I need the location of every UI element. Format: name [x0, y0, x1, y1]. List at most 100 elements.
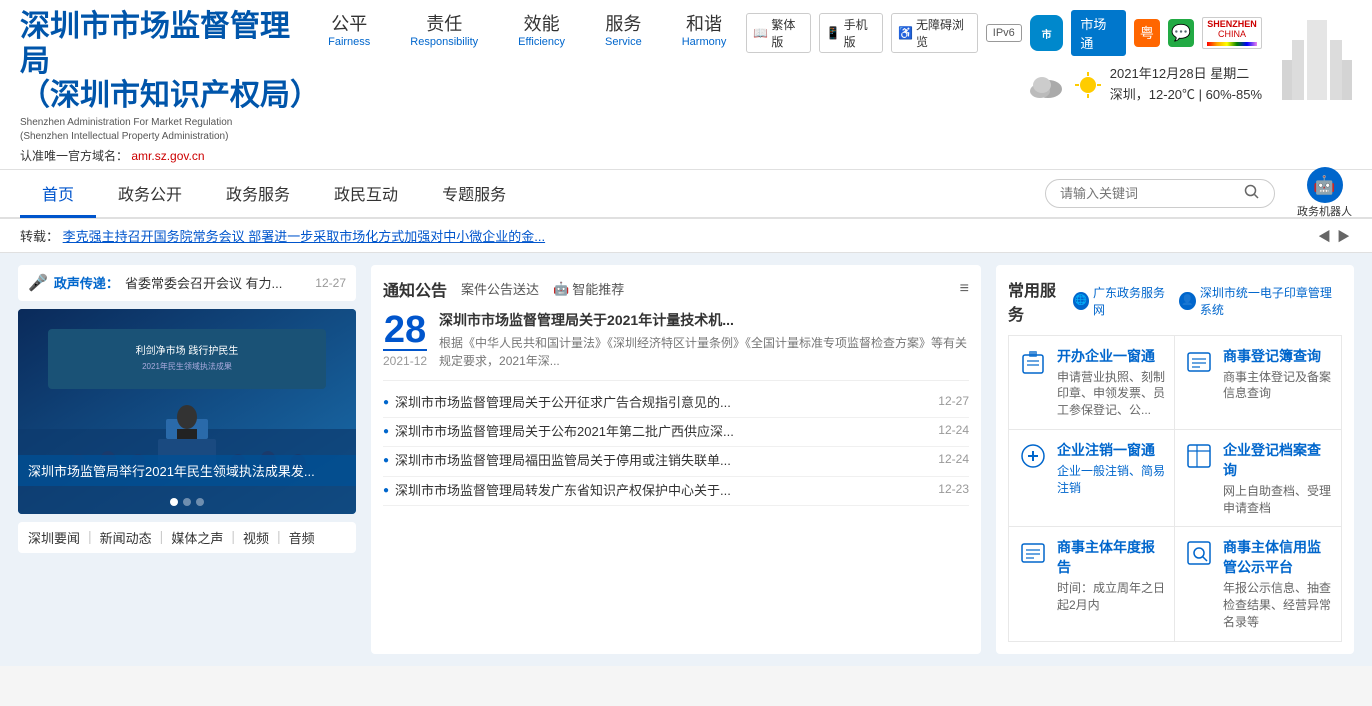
- slogan-service: 服务 Service: [605, 10, 642, 48]
- slogan-items: 公平 Fairness 责任 Responsibility 效能 Efficie…: [328, 10, 726, 48]
- robot-label: 政务机器人: [1297, 203, 1352, 219]
- notice-text-3[interactable]: 深圳市市场监督管理局福田监管局关于停用或注销失联单...: [395, 452, 932, 470]
- shenzhen-seal-link[interactable]: 👤 深圳市统一电子印章管理系统: [1179, 284, 1342, 318]
- date-info: 2021年12月28日 星期二 深圳，12-20℃ | 60%-85%: [1110, 64, 1262, 106]
- logo-en: Shenzhen Administration For Market Regul…: [20, 116, 308, 144]
- services-ext-links: 🌐 广东政务服务网 👤 深圳市统一电子印章管理系统: [1073, 284, 1342, 318]
- service-icon-5: [1017, 537, 1049, 569]
- market-link-btn[interactable]: 市场通: [1071, 10, 1125, 56]
- link-video[interactable]: 视频: [243, 528, 269, 547]
- sun-icon: [1074, 71, 1102, 99]
- notice-date-3: 12-24: [938, 452, 969, 466]
- services-header: 常用服务 🌐 广东政务服务网 👤 深圳市统一电子印章管理系统: [1008, 277, 1342, 325]
- weather-text: 深圳，12-20℃ | 60%-85%: [1110, 85, 1262, 106]
- search-wrap: 🤖 政务机器人: [1045, 167, 1352, 219]
- robot-button[interactable]: 🤖 政务机器人: [1297, 167, 1352, 219]
- notice-item-2: ● 深圳市市场监督管理局关于公布2021年第二批广西供应深... 12-24: [383, 418, 969, 447]
- notice-text-4[interactable]: 深圳市市场监督管理局转发广东省知识产权保护中心关于...: [395, 482, 932, 500]
- service-body-6: 商事主体信用监管公示平台 年报公示信息、抽查检查结果、经营异常名录等: [1223, 537, 1333, 630]
- ticker-prev[interactable]: ◀: [1316, 226, 1333, 245]
- voice-text[interactable]: 省委常委会召开会议 有力...: [125, 273, 309, 292]
- guangdong-service-link[interactable]: 🌐 广东政务服务网: [1073, 284, 1170, 318]
- slide-dot-3[interactable]: [196, 498, 204, 506]
- service-desc-5: 时间：成立周年之日起2月内: [1057, 580, 1166, 614]
- notice-smart-recommend[interactable]: 🤖 智能推荐: [553, 279, 624, 298]
- service-item-5: 商事主体年度报告 时间：成立周年之日起2月内: [1009, 527, 1175, 640]
- service-desc-2: 商事主体登记及备案信息查询: [1223, 369, 1333, 403]
- service-name-6[interactable]: 商事主体信用监管公示平台: [1223, 537, 1333, 577]
- market-label: 市: [1042, 26, 1052, 41]
- nav-interaction[interactable]: 政民互动: [312, 168, 420, 218]
- building-image: [1282, 10, 1352, 164]
- service-name-2[interactable]: 商事登记簿查询: [1223, 346, 1333, 366]
- service-body-4: 企业登记档案查询 网上自助查档、受理申请查档: [1223, 440, 1333, 517]
- notice-tab-case[interactable]: 案件公告送达: [455, 279, 545, 298]
- slide-dot-2[interactable]: [183, 498, 191, 506]
- right-panel: 常用服务 🌐 广东政务服务网 👤 深圳市统一电子印章管理系统: [996, 265, 1354, 654]
- service-item-6: 商事主体信用监管公示平台 年报公示信息、抽查检查结果、经营异常名录等: [1175, 527, 1341, 640]
- search-input[interactable]: [1060, 186, 1244, 201]
- ticker-link[interactable]: 李克强主持召开国务院常务会议 部署进一步采取市场化方式加强对中小微企业的金...: [63, 229, 545, 244]
- service-item-2: 商事登记簿查询 商事主体登记及备案信息查询: [1175, 336, 1341, 430]
- mobile-btn[interactable]: 📱 手机版: [819, 13, 883, 53]
- wechat-icon[interactable]: 💬: [1168, 19, 1194, 47]
- notice-more-btn[interactable]: ≡: [960, 280, 969, 298]
- svg-text:2021年民生领域执法成果: 2021年民生领域执法成果: [142, 361, 232, 371]
- header: 深圳市市场监督管理局 （深圳市知识产权局） Shenzhen Administr…: [0, 0, 1372, 169]
- featured-title[interactable]: 深圳市市场监督管理局关于2021年计量技术机...: [439, 311, 969, 331]
- ticker-next[interactable]: ▶: [1335, 226, 1352, 245]
- person-icon: 👤: [1179, 292, 1195, 310]
- nav-disclosure[interactable]: 政务公开: [96, 168, 204, 218]
- notice-text-1[interactable]: 深圳市市场监督管理局关于公开征求广告合规指引意见的...: [395, 394, 932, 412]
- search-icon: [1244, 184, 1260, 200]
- featured-year-month: 2021-12: [383, 349, 427, 368]
- gov-icon[interactable]: 粤: [1134, 19, 1160, 47]
- nav-bar: 首页 政务公开 政务服务 政民互动 专题服务 🤖: [0, 169, 1372, 219]
- notice-text-2[interactable]: 深圳市市场监督管理局关于公布2021年第二批广西供应深...: [395, 423, 932, 441]
- featured-notice: 28 2021-12 深圳市市场监督管理局关于2021年计量技术机... 根据《…: [383, 311, 969, 382]
- bullet-icon: ●: [383, 397, 389, 408]
- link-news-dynamic[interactable]: 新闻动态: [100, 528, 152, 547]
- top-right-area: 📖 繁体版 📱 手机版 ♿ 无障碍浏览 IPv6 市 市场通: [746, 10, 1262, 106]
- nav-home[interactable]: 首页: [20, 168, 96, 218]
- service-body-1: 开办企业一窗通 申请营业执照、刻制印章、申领发票、员工参保登记、公...: [1057, 346, 1166, 419]
- search-field[interactable]: [1045, 179, 1275, 208]
- service-icon-1: [1017, 346, 1049, 378]
- service-desc-1: 申请营业执照、刻制印章、申领发票、员工参保登记、公...: [1057, 369, 1166, 419]
- ticker-arrows: ◀ ▶: [1316, 226, 1352, 245]
- content-area: 🎤 政声传递： 省委常委会召开会议 有力... 12-27: [0, 253, 1372, 666]
- market-icon[interactable]: 市: [1030, 15, 1064, 51]
- services-title: 常用服务: [1008, 277, 1067, 325]
- accessibility-icon: ♿: [898, 26, 913, 40]
- service-desc-6: 年报公示信息、抽查检查结果、经营异常名录等: [1223, 580, 1333, 630]
- service-icon-3: [1017, 440, 1049, 472]
- service-icon-4: [1183, 440, 1215, 472]
- slide-caption: 深圳市场监管局举行2021年民生领域执法成果发...: [28, 464, 315, 479]
- service-name-4[interactable]: 企业登记档案查询: [1223, 440, 1333, 480]
- voice-date: 12-27: [315, 276, 346, 290]
- service-name-1[interactable]: 开办企业一窗通: [1057, 346, 1166, 366]
- nav-special[interactable]: 专题服务: [420, 168, 528, 218]
- shenzhen-china-logo: SHENZHEN CHINA: [1202, 17, 1262, 49]
- link-media-voice[interactable]: 媒体之声: [171, 528, 223, 547]
- smart-icon: 🤖: [553, 281, 569, 297]
- link-shenzhen-news[interactable]: 深圳要闻: [28, 528, 80, 547]
- notice-item-1: ● 深圳市市场监督管理局关于公开征求广告合规指引意见的... 12-27: [383, 389, 969, 418]
- slide-dot-1[interactable]: [170, 498, 178, 506]
- service-name-3[interactable]: 企业注销一窗通: [1057, 440, 1166, 460]
- bottom-links: 深圳要闻 | 新闻动态 | 媒体之声 | 视频 | 音频: [18, 522, 356, 553]
- service-name-5[interactable]: 商事主体年度报告: [1057, 537, 1166, 577]
- cloud-icon: [1026, 71, 1066, 99]
- slogan-harmony: 和谐 Harmony: [682, 10, 727, 48]
- globe-icon: 🌐: [1073, 292, 1089, 310]
- link-audio[interactable]: 音频: [289, 528, 315, 547]
- accessibility-btn[interactable]: ♿ 无障碍浏览: [891, 13, 978, 53]
- svg-text:利剑净市场 践行护民生: 利剑净市场 践行护民生: [136, 344, 239, 357]
- slogan-area: 公平 Fairness 责任 Responsibility 效能 Efficie…: [328, 10, 726, 48]
- featured-day: 28: [383, 311, 427, 349]
- logo-area: 深圳市市场监督管理局 （深圳市知识产权局） Shenzhen Administr…: [20, 10, 308, 164]
- nav-service[interactable]: 政务服务: [204, 168, 312, 218]
- traditional-btn[interactable]: 📖 繁体版: [746, 13, 810, 53]
- mobile-icon: 📱: [826, 26, 841, 40]
- search-button[interactable]: [1244, 184, 1260, 203]
